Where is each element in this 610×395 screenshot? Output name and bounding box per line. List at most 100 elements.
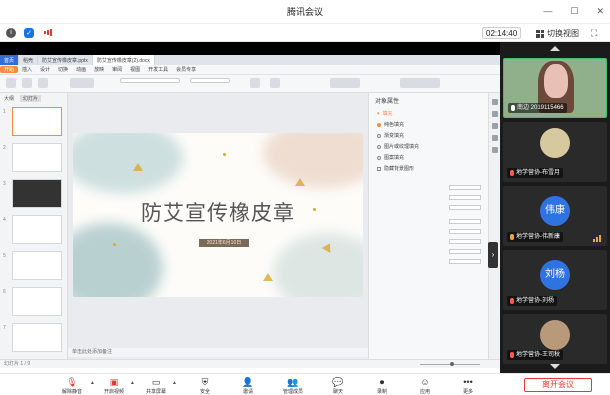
fill-option[interactable]: 渐变填充 (369, 130, 488, 141)
more-icon[interactable]: ••• (462, 377, 474, 387)
chevron-up-icon[interactable]: ▲ (130, 380, 135, 386)
participant-name: 地学营协-伟新康 (516, 234, 560, 240)
animation-icon[interactable] (491, 111, 498, 117)
share-top-strip (0, 42, 500, 55)
text-box-icon[interactable] (330, 78, 360, 88)
participant-card[interactable]: 伟康 地学营协-伟新康 (503, 186, 607, 246)
camera-off-icon[interactable]: ▣ (108, 377, 120, 387)
font-size-select[interactable] (190, 78, 230, 83)
collapse-panel-button[interactable]: › (488, 242, 498, 268)
slide-thumbnail[interactable] (12, 215, 62, 244)
settings-icon[interactable] (491, 147, 498, 153)
paste-icon[interactable] (6, 78, 16, 88)
slide-thumbnail[interactable] (12, 179, 62, 208)
shape-icon[interactable] (491, 135, 498, 141)
property-input[interactable] (449, 185, 481, 190)
ribbon-tab[interactable]: 开始 (0, 66, 19, 73)
window-title: 腾讯会议 (286, 7, 323, 17)
mic-muted-icon[interactable]: 🎙 (66, 377, 78, 387)
ribbon-tab[interactable]: 动画 (72, 66, 90, 73)
record-icon[interactable]: ⏺ (376, 377, 388, 387)
left-pane-tabs: 大纲 幻灯片 (0, 93, 67, 104)
toolbar-label: 录制 (376, 389, 387, 395)
cut-icon[interactable] (22, 78, 32, 88)
tab-outline[interactable]: 大纲 (4, 95, 14, 102)
property-input[interactable] (449, 249, 481, 254)
tab-slides[interactable]: 幻灯片 (20, 95, 42, 102)
property-slider[interactable] (449, 205, 481, 210)
tab-pptx[interactable]: 防艾宣传橡皮章.pptx (38, 55, 93, 65)
ribbon-tab[interactable]: 放映 (90, 66, 108, 73)
slide-thumbnail[interactable] (12, 143, 62, 172)
fill-option-label: 图案填充 (384, 155, 405, 161)
mic-off-icon (510, 352, 514, 358)
leave-meeting-button[interactable]: 离开会议 (524, 378, 592, 392)
share-screen-icon[interactable]: ▭ (150, 377, 162, 387)
tab-docx[interactable]: 防艾宣传橡皮章(2).docx (92, 55, 155, 65)
ribbon-tab[interactable]: 视图 (126, 66, 144, 73)
current-slide[interactable]: 防艾宣传橡皮章 2021年6月10日 (73, 133, 363, 297)
ribbon-tab[interactable]: 设计 (36, 66, 54, 73)
chevron-up-icon[interactable]: ▲ (172, 380, 177, 386)
zoom-handle[interactable] (450, 362, 454, 366)
property-input[interactable] (449, 195, 481, 200)
shield-icon[interactable]: ✓ (24, 27, 34, 38)
tab-docer[interactable]: 稻壳 (19, 55, 39, 65)
slide-thumbnail[interactable] (12, 323, 62, 352)
property-input[interactable] (449, 229, 481, 234)
maximize-icon[interactable]: ☐ (570, 6, 578, 17)
close-icon[interactable]: ✕ (596, 6, 604, 17)
ribbon-tab[interactable]: 插入 (18, 66, 36, 73)
fill-option[interactable]: 隐藏背景图形 (369, 163, 488, 174)
security-icon[interactable]: ⛨ (199, 377, 211, 387)
participant-card[interactable]: 刘杨 地学营协-刘杨 (503, 250, 607, 310)
format-painter-icon[interactable] (38, 78, 48, 88)
notes-field[interactable]: 单击此处添加备注 (68, 348, 368, 357)
find-replace-icon[interactable] (400, 78, 440, 88)
slide-thumbnail[interactable] (12, 251, 62, 280)
align-icon[interactable] (250, 78, 260, 88)
zoom-slider[interactable] (420, 362, 480, 366)
property-input[interactable] (449, 239, 481, 244)
members-icon[interactable]: 👥 (287, 377, 299, 387)
slide-thumbnail[interactable] (12, 107, 62, 136)
fill-option-label: 图片或纹理填充 (384, 144, 420, 150)
properties-icon[interactable] (491, 99, 498, 105)
scroll-up-icon[interactable] (550, 46, 560, 51)
chevron-up-icon[interactable]: ▲ (90, 380, 95, 386)
avatar: 刘杨 (540, 260, 570, 290)
section-label: 填充 (382, 111, 393, 117)
property-input[interactable] (449, 219, 481, 224)
thumb-number: 4 (3, 217, 6, 223)
fill-option[interactable]: 图案填充 (369, 152, 488, 163)
ribbon-tab[interactable]: 开发工具 (144, 66, 172, 73)
mic-icon (511, 105, 515, 111)
star-icon[interactable] (491, 123, 498, 129)
tab-home[interactable]: 首页 (0, 55, 20, 65)
window-controls: — ☐ ✕ (543, 6, 604, 17)
font-select[interactable] (120, 78, 180, 83)
invite-icon[interactable]: 👤 (242, 377, 254, 387)
new-slide-icon[interactable] (70, 78, 94, 88)
signal-icon[interactable] (42, 28, 54, 38)
slide-thumbnail[interactable] (12, 287, 62, 316)
property-input[interactable] (449, 259, 481, 264)
chat-icon[interactable]: 💬 (332, 377, 344, 387)
ribbon-tab[interactable]: 会员专享 (172, 66, 200, 73)
fill-option[interactable]: 纯色填充 (369, 119, 488, 130)
participant-card[interactable]: 南边 2019115466 (503, 58, 607, 118)
shape-icon[interactable] (270, 78, 280, 88)
ribbon-tab[interactable]: 切换 (54, 66, 72, 73)
scroll-down-icon[interactable] (550, 364, 560, 369)
shared-screen: 首页 稻壳 防艾宣传橡皮章.pptx 防艾宣传橡皮章(2).docx 开始 插入… (0, 42, 500, 373)
minimize-icon[interactable]: — (543, 6, 552, 17)
info-icon[interactable]: i (6, 27, 16, 38)
fullscreen-icon[interactable]: ⛶ (591, 28, 597, 39)
participant-card[interactable]: 地学营协-王司秋 (503, 314, 607, 364)
participant-card[interactable]: 地学营协-布雪月 (503, 122, 607, 182)
apps-icon[interactable]: ☺ (419, 377, 431, 387)
ribbon-tab[interactable]: 审阅 (108, 66, 126, 73)
fill-option[interactable]: 图片或纹理填充 (369, 141, 488, 152)
switch-view-button[interactable]: 切换视图 (536, 28, 579, 39)
toolbar-label: 安全 (199, 389, 210, 395)
